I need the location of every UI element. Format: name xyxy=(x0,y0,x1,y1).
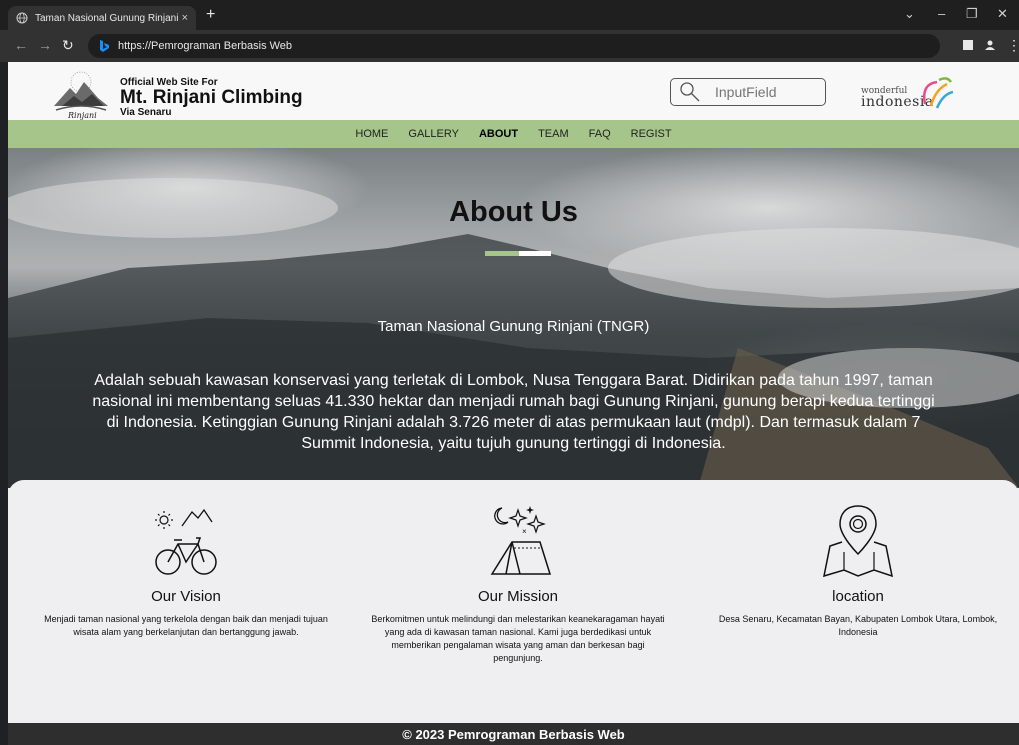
browser-tab[interactable]: Taman Nasional Gunung Rinjani × xyxy=(8,6,196,30)
site-footer: © 2023 Pemrograman Berbasis Web xyxy=(8,723,1019,745)
profile-icon[interactable] xyxy=(984,39,996,51)
forward-icon[interactable]: → xyxy=(38,37,52,53)
main-nav: HOME GALLERY ABOUT TEAM FAQ REGIST xyxy=(8,120,1019,148)
location-card: location Desa Senaru, Kecamatan Bayan, K… xyxy=(708,502,1008,639)
svg-text:×: × xyxy=(522,527,527,536)
nav-item-team[interactable]: TEAM xyxy=(528,128,579,140)
new-tab-button[interactable]: + xyxy=(206,6,215,24)
hero-banner: About Us Taman Nasional Gunung Rinjani (… xyxy=(8,148,1019,488)
mission-card: × Our Mission Berkomitmen untuk melindun… xyxy=(368,502,668,665)
hero-subtitle: Taman Nasional Gunung Rinjani (TNGR) xyxy=(377,318,650,335)
wonderful-indonesia-logo: wonderful indonesia xyxy=(861,74,961,114)
garuda-swirl-icon xyxy=(923,77,954,109)
logo-text: Rinjani xyxy=(67,111,97,120)
title-underline-white xyxy=(519,251,551,256)
search-input[interactable] xyxy=(715,84,805,100)
site-header: Rinjani Official Web Site For Mt. Rinjan… xyxy=(8,62,1019,120)
page-title: About Us xyxy=(449,196,578,228)
vision-text: Menjadi taman nasional yang terkelola de… xyxy=(44,614,328,637)
mission-text: Berkomitmen untuk melindungi dan melesta… xyxy=(371,614,665,663)
globe-icon xyxy=(16,12,28,24)
search-icon xyxy=(680,82,700,102)
location-text: Desa Senaru, Kecamatan Bayan, Kabupaten … xyxy=(718,614,998,637)
nav-item-home[interactable]: HOME xyxy=(345,128,398,140)
nav-item-gallery[interactable]: GALLERY xyxy=(398,128,469,140)
nav-item-about[interactable]: ABOUT xyxy=(469,128,528,140)
sidebar-icon[interactable] xyxy=(962,39,974,51)
minimize-icon[interactable]: – xyxy=(938,6,945,21)
url-text: https://Pemrograman Berbasis Web xyxy=(118,40,293,52)
brand-title: Mt. Rinjani Climbing xyxy=(120,87,303,108)
close-window-icon[interactable]: ✕ xyxy=(997,6,1008,22)
vision-title: Our Vision xyxy=(151,588,221,605)
nav-item-faq[interactable]: FAQ xyxy=(579,128,621,140)
reload-icon[interactable]: ↻ xyxy=(62,37,74,54)
nav-item-regist[interactable]: REGIST xyxy=(621,128,682,140)
search-box[interactable] xyxy=(670,78,826,106)
url-bar[interactable]: https://Pemrograman Berbasis Web xyxy=(88,34,940,58)
tab-title: Taman Nasional Gunung Rinjani xyxy=(35,12,179,24)
tent-moon-stars-icon: × xyxy=(490,506,552,575)
rinjani-logo-icon[interactable]: Rinjani xyxy=(52,66,110,120)
bing-icon xyxy=(100,40,109,52)
title-underline-green xyxy=(485,251,519,256)
map-pin-icon xyxy=(823,505,893,578)
location-title: location xyxy=(832,588,884,605)
tab-close-icon[interactable]: × xyxy=(182,12,188,24)
back-icon[interactable]: ← xyxy=(14,37,28,53)
browser-tab-strip: Taman Nasional Gunung Rinjani × + ⌄ – ❐ … xyxy=(0,0,1019,30)
bicycle-sun-mountain-icon xyxy=(155,508,217,575)
menu-icon[interactable]: ⋮ xyxy=(1007,37,1019,54)
features-section: Our Vision Menjadi taman nasional yang t… xyxy=(8,480,1019,725)
mission-title: Our Mission xyxy=(477,588,559,605)
vision-card: Our Vision Menjadi taman nasional yang t… xyxy=(36,502,336,639)
address-bar-row: ← → ↻ https://Pemrograman Berbasis Web ⋮ xyxy=(0,30,1019,62)
hero-description: Adalah sebuah kawasan konservasi yang te… xyxy=(92,372,935,452)
web-page: Rinjani Official Web Site For Mt. Rinjan… xyxy=(8,62,1019,745)
brand-subtitle: Via Senaru xyxy=(120,107,172,118)
tab-search-icon[interactable]: ⌄ xyxy=(904,6,915,22)
restore-icon[interactable]: ❐ xyxy=(966,6,978,22)
